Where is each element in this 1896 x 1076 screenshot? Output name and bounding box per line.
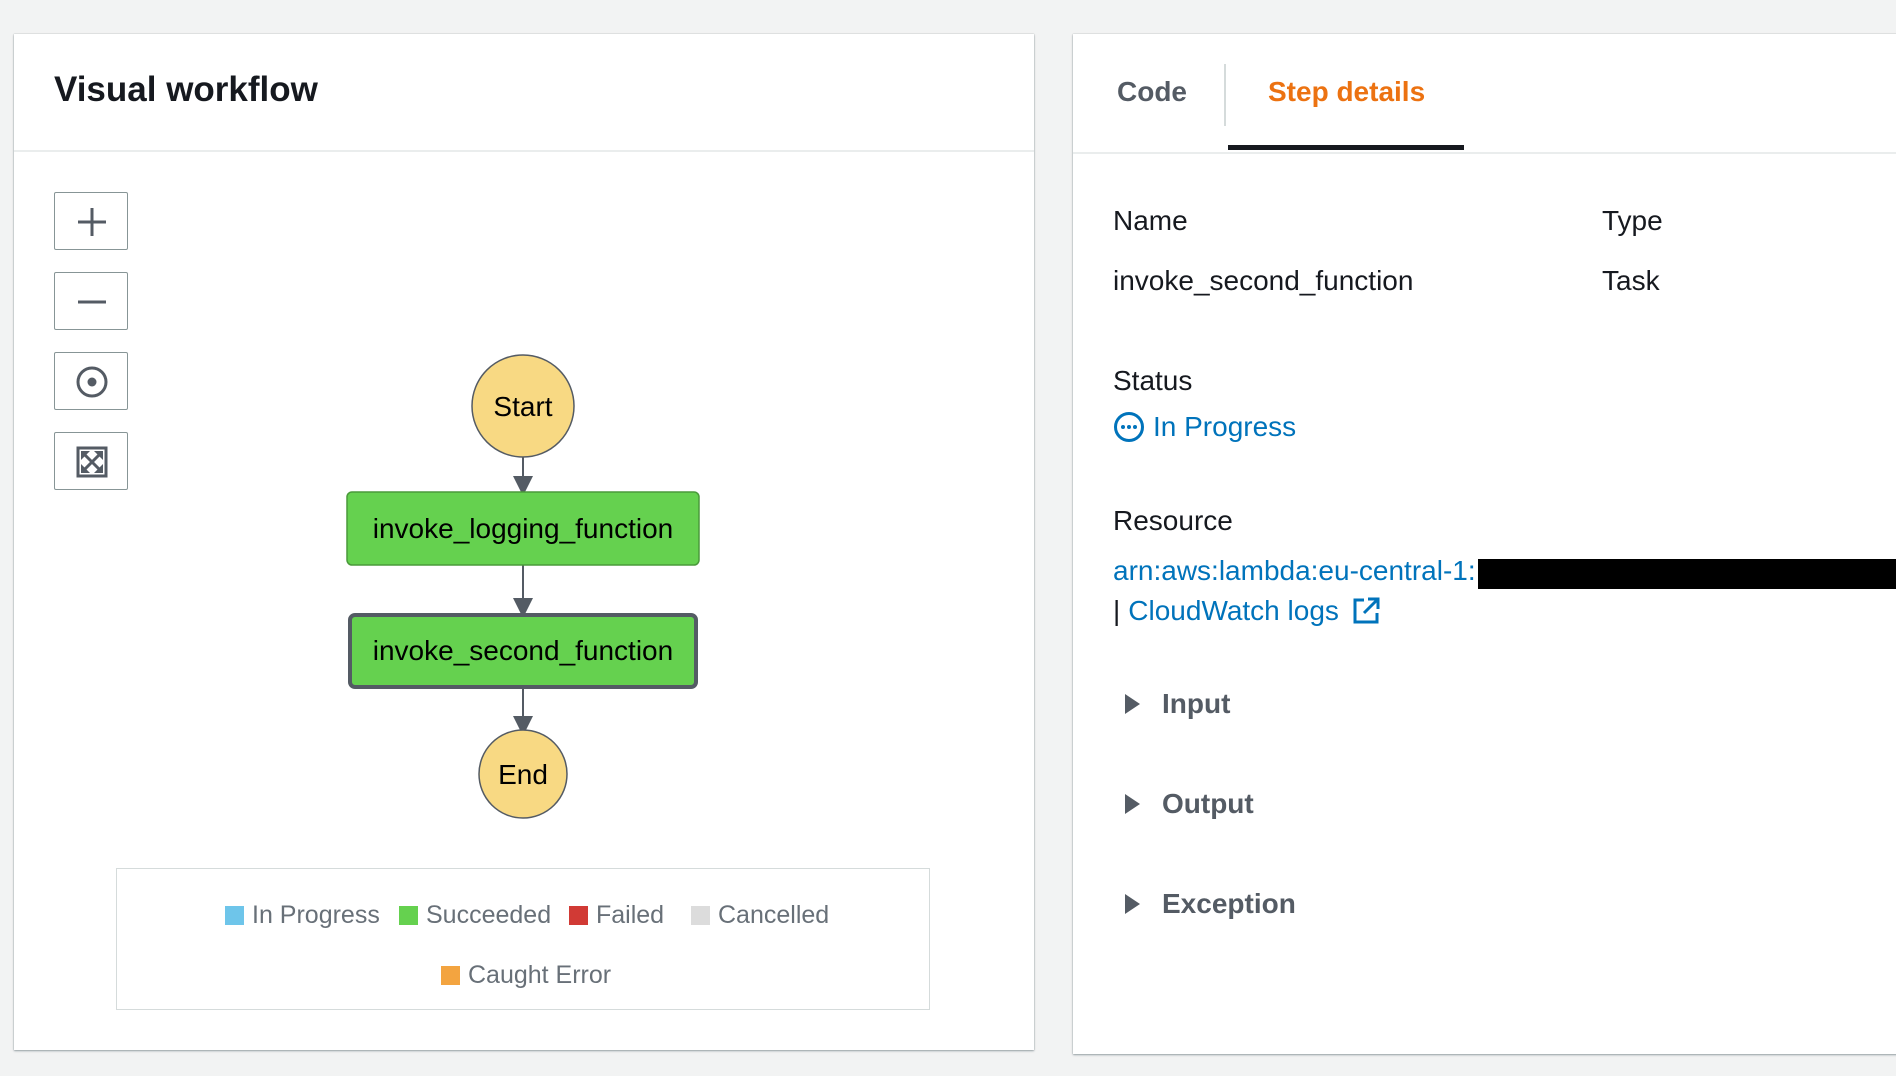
invoke-second-function-node[interactable]: invoke_second_function <box>348 613 698 689</box>
workflow-graph: Start invoke_logging_function invoke_sec… <box>346 354 700 819</box>
cloudwatch-row: | CloudWatch logs <box>1113 595 1381 627</box>
cloudwatch-logs-link[interactable]: CloudWatch logs <box>1128 595 1339 627</box>
tab-code[interactable]: Code <box>1117 76 1187 108</box>
step-details-panel: Code Step details Name invoke_second_fun… <box>1073 34 1896 1054</box>
start-label: Start <box>493 391 552 422</box>
start-node[interactable]: Start <box>471 354 575 458</box>
visual-workflow-panel: Visual workflow Start invoke_logging_fun… <box>14 34 1034 1050</box>
caret-right-icon <box>1125 794 1140 814</box>
caret-right-icon <box>1125 894 1140 914</box>
resource-separator: | <box>1113 595 1121 626</box>
resource-arn-link[interactable]: arn:aws:lambda:eu-central-1: <box>1113 555 1476 586</box>
second-node-label: invoke_second_function <box>373 635 673 666</box>
legend-in-progress-label: In Progress <box>252 901 380 929</box>
status-label: Status <box>1113 365 1193 396</box>
redacted-bar <box>1478 559 1896 589</box>
legend-in-progress: In Progress <box>225 901 380 930</box>
output-expander[interactable]: Output <box>1125 788 1254 820</box>
cancelled-swatch <box>691 906 710 925</box>
logging-node-label: invoke_logging_function <box>373 513 673 544</box>
legend-failed: Failed <box>569 901 664 930</box>
caught-error-swatch <box>441 966 460 985</box>
end-label: End <box>498 759 548 790</box>
status-value: In Progress <box>1153 411 1297 442</box>
status-legend: In Progress Succeeded Failed Cancelled C… <box>116 868 930 1010</box>
legend-cancelled: Cancelled <box>691 901 829 930</box>
output-expander-label: Output <box>1162 788 1254 819</box>
in-progress-icon <box>1114 412 1144 442</box>
input-expander-label: Input <box>1162 688 1231 719</box>
exception-expander[interactable]: Exception <box>1125 888 1296 920</box>
in-progress-swatch <box>225 906 244 925</box>
type-value: Task <box>1602 265 1660 296</box>
failed-swatch <box>569 906 588 925</box>
end-node[interactable]: End <box>478 729 568 819</box>
exception-expander-label: Exception <box>1162 888 1296 919</box>
input-expander[interactable]: Input <box>1125 688 1230 720</box>
legend-failed-label: Failed <box>596 901 665 929</box>
resource-label: Resource <box>1113 505 1233 536</box>
legend-caught-error-label: Caught Error <box>468 961 612 989</box>
legend-succeeded: Succeeded <box>399 901 551 930</box>
tab-divider <box>1224 64 1226 126</box>
succeeded-swatch <box>399 906 418 925</box>
type-label: Type <box>1602 205 1663 236</box>
name-label: Name <box>1113 205 1188 236</box>
active-tab-indicator <box>1228 145 1464 150</box>
legend-caught-error: Caught Error <box>441 961 611 990</box>
status-indicator: In Progress <box>1113 411 1296 443</box>
caret-right-icon <box>1125 694 1140 714</box>
resource-arn-row: arn:aws:lambda:eu-central-1: <box>1113 555 1476 587</box>
legend-succeeded-label: Succeeded <box>426 901 552 929</box>
invoke-logging-function-node[interactable]: invoke_logging_function <box>346 491 700 566</box>
external-link-icon[interactable] <box>1351 596 1381 626</box>
tab-step-details[interactable]: Step details <box>1268 76 1425 108</box>
legend-cancelled-label: Cancelled <box>718 901 830 929</box>
tabs-header: Code Step details <box>1073 34 1896 154</box>
name-value: invoke_second_function <box>1113 265 1414 296</box>
